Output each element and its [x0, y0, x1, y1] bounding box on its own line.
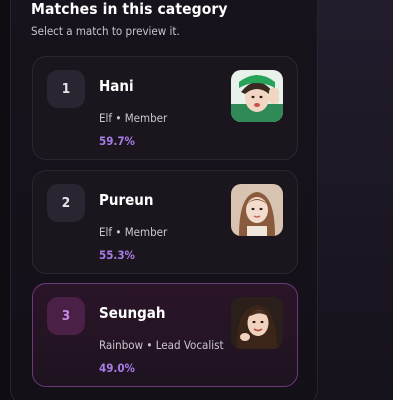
rank-badge: 2 [47, 184, 85, 222]
rank-badge: 3 [47, 297, 85, 335]
match-percent: 59.7% [99, 134, 135, 148]
avatar-image [231, 70, 283, 122]
panel-subtitle: Select a match to preview it. [31, 24, 180, 38]
match-percent: 55.3% [99, 248, 135, 262]
match-card-seungah[interactable]: 3 Seungah Rainbow • Lead Vocalist 49.0% [32, 283, 298, 387]
match-meta: Elf • Member [99, 111, 168, 125]
rank-badge: 1 [47, 70, 85, 108]
match-meta: Elf • Member [99, 225, 168, 239]
match-card-pureun[interactable]: 2 Pureun Elf • Member 55.3% [32, 170, 298, 274]
match-card-hani[interactable]: 1 Hani Elf • Member 59.7% [32, 56, 298, 160]
match-percent: 49.0% [99, 361, 135, 375]
match-name: Seungah [99, 304, 166, 322]
panel-title: Matches in this category [31, 0, 228, 18]
match-name: Pureun [99, 191, 154, 209]
match-meta: Rainbow • Lead Vocalist [99, 338, 224, 352]
match-name: Hani [99, 77, 134, 95]
avatar-image [231, 184, 283, 236]
avatar-image [231, 297, 283, 349]
